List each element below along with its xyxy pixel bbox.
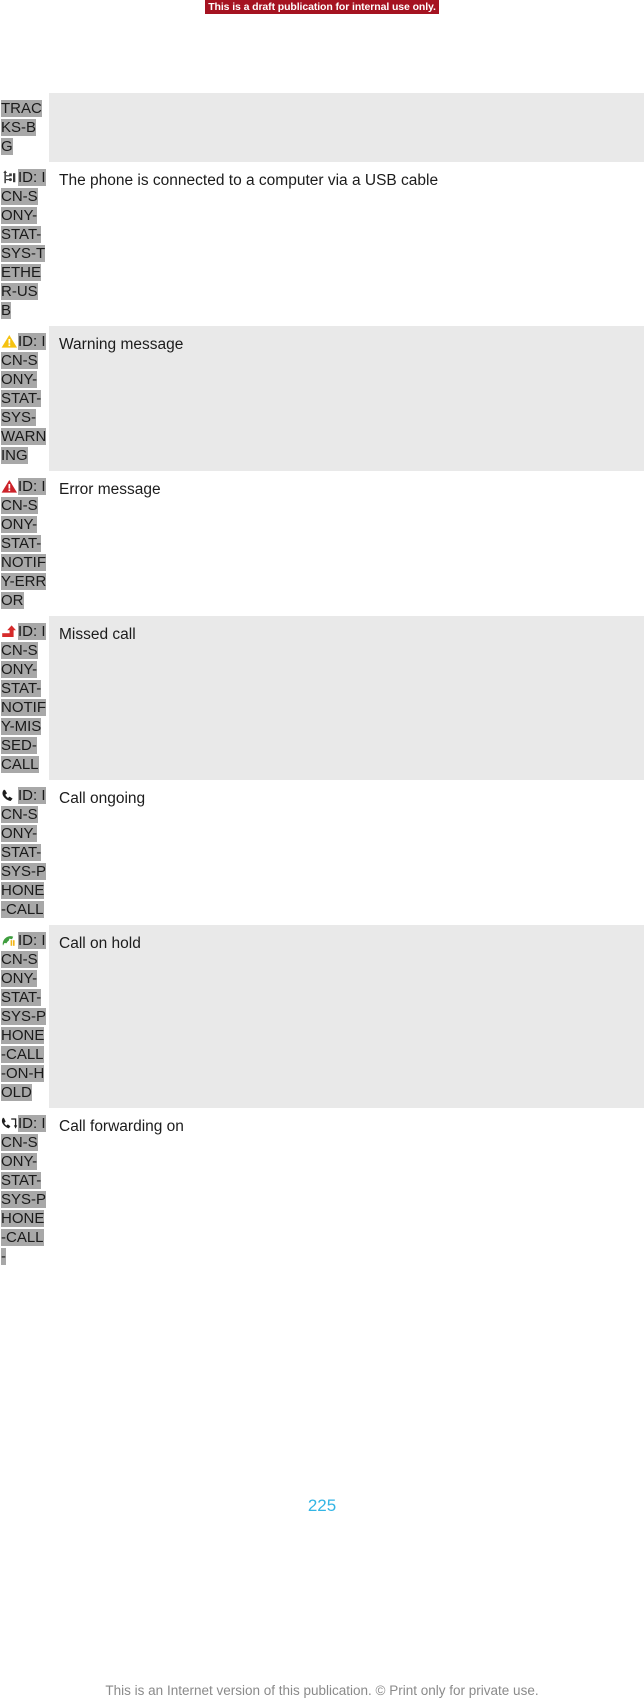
icon-id-value: ID: ICN-SONY-STAT-SYS-WARNING xyxy=(1,333,47,464)
icon-id-text: ID: ICN-SONY-STAT-NOTIFY-ERROR xyxy=(1,477,47,610)
description-text: Call on hold xyxy=(59,935,141,952)
description-cell: Error message xyxy=(49,471,644,616)
description-text: Warning message xyxy=(59,336,184,353)
description-text: Missed call xyxy=(59,626,136,643)
table-row: TRACKS-BG xyxy=(0,93,644,162)
missed-call-arrow-icon xyxy=(1,624,18,639)
table-row: ID: ICN-SONY-STAT-NOTIFY-MISSED-CALL Miss… xyxy=(0,616,644,780)
table-row: ID: ICN-SONY-STAT-SYS-PHONE-CALL Call ong… xyxy=(0,780,644,925)
icon-id-text: ID: ICN-SONY-STAT-SYS-PHONE-CALL-ON-HOLD xyxy=(1,931,47,1102)
icon-id-cell: ID: ICN-SONY-STAT-SYS-WARNING xyxy=(0,326,49,471)
description-cell: The phone is connected to a computer via… xyxy=(49,162,644,326)
description-text: Call ongoing xyxy=(59,790,146,807)
icon-id-value: ID: ICN-SONY-STAT-SYS-PHONE-CALL xyxy=(1,787,47,918)
description-text: The phone is connected to a computer via… xyxy=(59,172,439,189)
call-on-hold-icon xyxy=(1,933,18,948)
description-cell xyxy=(49,93,644,162)
icon-id-cell: ID: ICN-SONY-STAT-SYS-PHONE-CALL-ON-HOLD xyxy=(0,925,49,1108)
description-cell: Call ongoing xyxy=(49,780,644,925)
table-row: ID: ICN-SONY-STAT-SYS-PHONE-CALL-ON-HOLD… xyxy=(0,925,644,1108)
icon-id-value: ID: ICN-SONY-STAT-NOTIFY-ERROR xyxy=(1,478,47,609)
table-row: ID: ICN-SONY-STAT-SYS-WARNING Warning mes… xyxy=(0,326,644,471)
phone-handset-icon xyxy=(1,788,18,803)
footer-note: This is an Internet version of this publ… xyxy=(105,1683,539,1698)
icon-id-cell: ID: ICN-SONY-STAT-NOTIFY-ERROR xyxy=(0,471,49,616)
draft-banner: This is a draft publication for internal… xyxy=(0,0,644,16)
icon-id-text: ID: ICN-SONY-STAT-SYS-PHONE-CALL xyxy=(1,786,47,919)
description-text: Error message xyxy=(59,481,161,498)
icon-id-value: ID: ICN-SONY-STAT-SYS-PHONE-CALL- xyxy=(1,1115,47,1265)
icon-id-text: ID: ICN-SONY-STAT-NOTIFY-MISSED-CALL xyxy=(1,622,47,774)
icon-id-text: TRACKS-BG xyxy=(1,99,47,156)
icon-reference-table: TRACKS-BG ID: ICN-SONY-STAT-SYS-TETHER-US… xyxy=(0,93,644,1272)
icon-id-value: TRACKS-BG xyxy=(1,100,42,155)
error-triangle-icon xyxy=(1,479,18,494)
icon-id-cell: ID: ICN-SONY-STAT-NOTIFY-MISSED-CALL xyxy=(0,616,49,780)
description-cell: Call on hold xyxy=(49,925,644,1108)
description-cell: Missed call xyxy=(49,616,644,780)
icon-id-cell: TRACKS-BG xyxy=(0,93,49,162)
icon-id-text: ID: ICN-SONY-STAT-SYS-WARNING xyxy=(1,332,47,465)
icon-id-text: ID: ICN-SONY-STAT-SYS-TETHER-USB xyxy=(1,168,47,320)
table-body: TRACKS-BG ID: ICN-SONY-STAT-SYS-TETHER-US… xyxy=(0,93,644,1272)
usb-icon xyxy=(1,170,18,185)
page-number: 225 xyxy=(307,1496,337,1515)
description-cell: Call forwarding on xyxy=(49,1108,644,1272)
icon-id-cell: ID: ICN-SONY-STAT-SYS-PHONE-CALL- xyxy=(0,1108,49,1272)
icon-id-value: ID: ICN-SONY-STAT-NOTIFY-MISSED-CALL xyxy=(1,623,46,773)
description-cell: Warning message xyxy=(49,326,644,471)
draft-banner-text: This is a draft publication for internal… xyxy=(205,0,439,14)
table-row: ID: ICN-SONY-STAT-SYS-PHONE-CALL- Call fo… xyxy=(0,1108,644,1272)
call-forwarding-icon xyxy=(1,1116,18,1131)
description-text: Call forwarding on xyxy=(59,1118,184,1135)
table-row: ID: ICN-SONY-STAT-SYS-TETHER-USB The phon… xyxy=(0,162,644,326)
icon-id-cell: ID: ICN-SONY-STAT-SYS-PHONE-CALL xyxy=(0,780,49,925)
icon-id-cell: ID: ICN-SONY-STAT-SYS-TETHER-USB xyxy=(0,162,49,326)
icon-id-text: ID: ICN-SONY-STAT-SYS-PHONE-CALL- xyxy=(1,1114,47,1266)
icon-id-value: ID: ICN-SONY-STAT-SYS-TETHER-USB xyxy=(1,169,46,319)
icon-id-value: ID: ICN-SONY-STAT-SYS-PHONE-CALL-ON-HOLD xyxy=(1,932,47,1101)
table-row: ID: ICN-SONY-STAT-NOTIFY-ERROR Error mess… xyxy=(0,471,644,616)
warning-triangle-icon xyxy=(1,334,18,349)
